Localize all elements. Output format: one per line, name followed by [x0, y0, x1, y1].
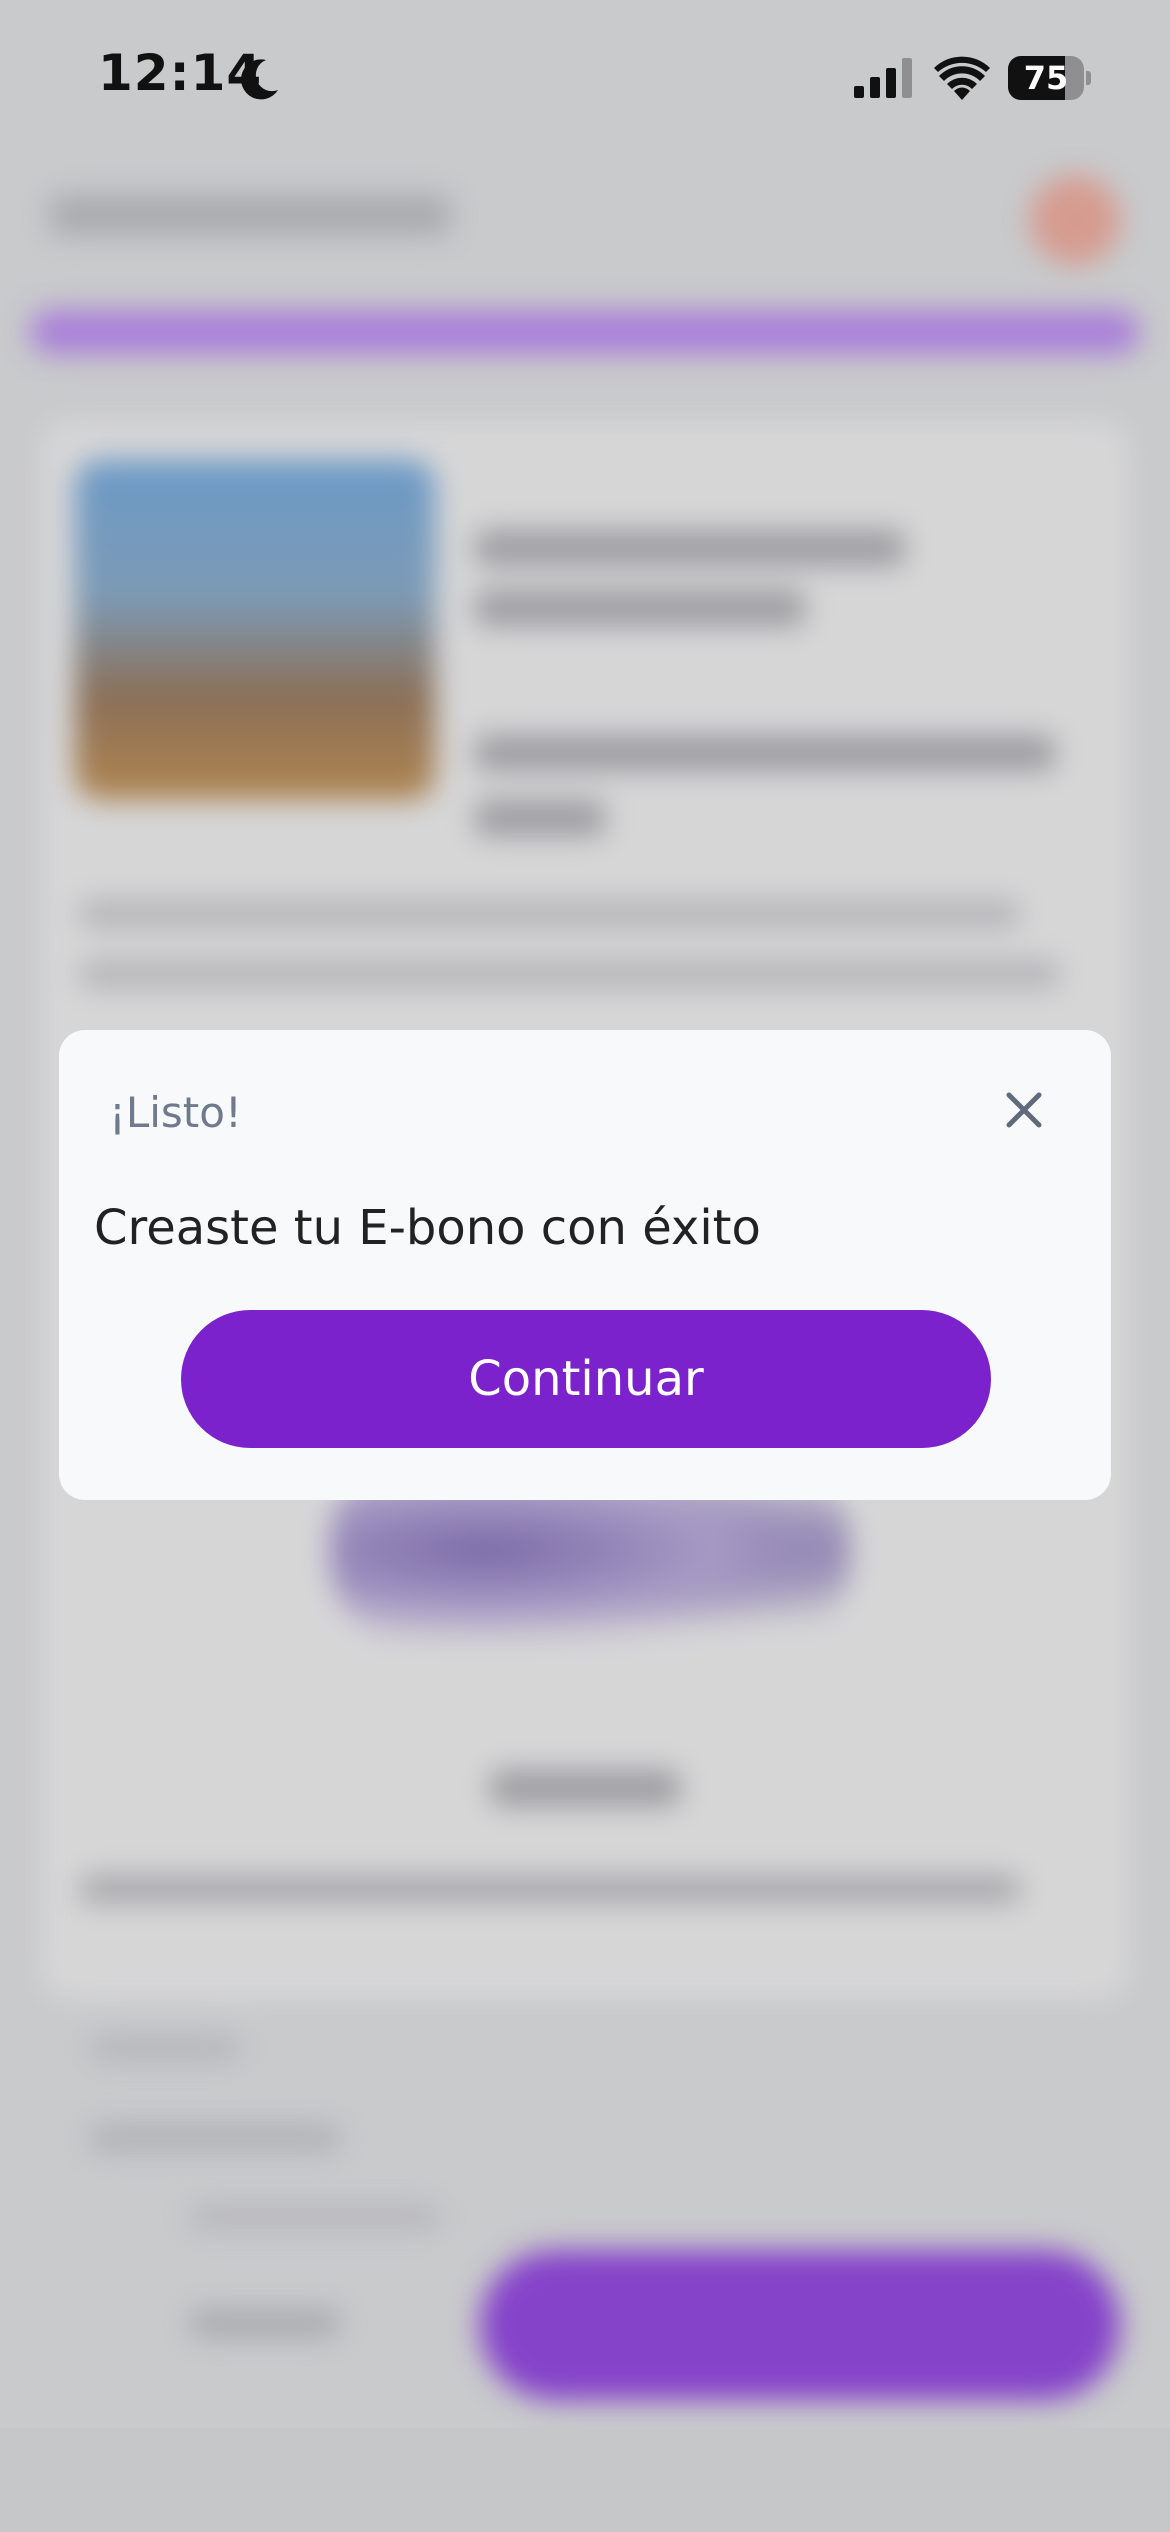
cellular-signal-icon	[854, 58, 912, 98]
background-text-line	[80, 1875, 1020, 1903]
background-text-line	[475, 530, 905, 566]
success-dialog: ¡Listo! Creaste tu E-bono con éxito Cont…	[59, 1030, 1111, 1500]
background-text-line	[475, 800, 605, 836]
close-icon	[1006, 1092, 1042, 1128]
background-text-line	[80, 960, 1060, 988]
battery-level: 75	[1023, 59, 1069, 97]
wifi-icon	[934, 56, 990, 100]
battery-icon: 75	[1008, 56, 1092, 100]
background-text-line	[475, 735, 1055, 771]
continue-button[interactable]: Continuar	[181, 1310, 991, 1448]
background-avatar	[1030, 175, 1120, 265]
background-text-line	[90, 2035, 240, 2061]
background-text-line	[80, 900, 1020, 928]
moon-icon	[241, 59, 278, 100]
dialog-title: ¡Listo!	[109, 1088, 242, 1137]
background-progress-bar	[30, 310, 1140, 354]
status-bar: 12:14 75	[0, 0, 1170, 150]
background-text-line	[190, 2310, 340, 2336]
close-button[interactable]	[999, 1085, 1049, 1135]
dialog-message: Creaste tu E-bono con éxito	[94, 1200, 761, 1256]
background-thumbnail-image	[75, 460, 435, 800]
background-text-line	[90, 2125, 340, 2151]
screen: 12:14 75 ¡Listo! Creaste tu E-bono con é…	[0, 0, 1170, 2532]
background-text-line	[190, 2205, 440, 2229]
background-primary-button	[480, 2250, 1120, 2400]
background-text-line	[475, 590, 805, 626]
bottom-safe-area	[0, 2428, 1170, 2532]
background-text-line	[490, 1770, 680, 1806]
background-header-text	[50, 195, 450, 235]
